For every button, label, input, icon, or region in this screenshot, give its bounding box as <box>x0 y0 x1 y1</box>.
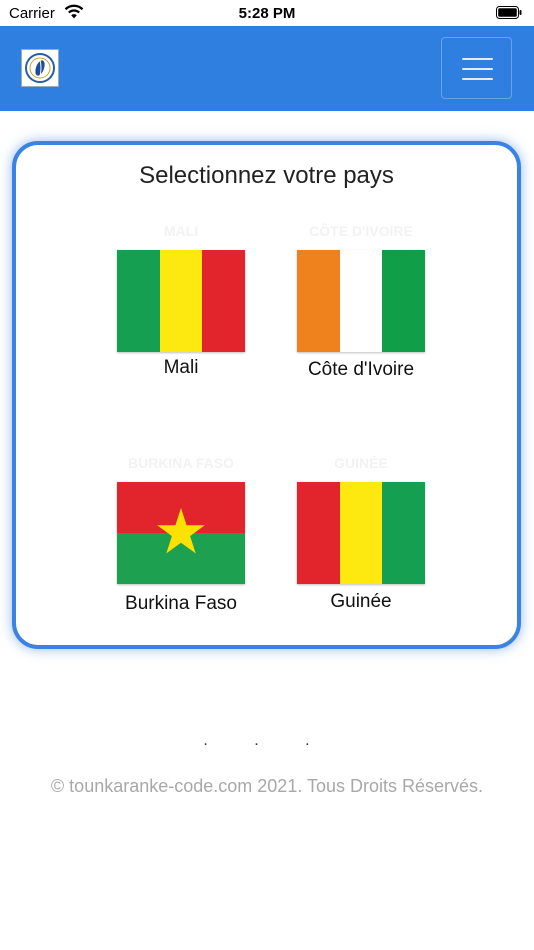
status-bar: Carrier 5:28 PM <box>0 0 534 26</box>
burkina-faso-flag-icon[interactable] <box>117 482 245 584</box>
country-option-cote-divoire[interactable]: CÔTE D'IVOIRE Côte d'Ivoire <box>276 221 446 391</box>
country-ghost-label: BURKINA FASO <box>127 455 235 471</box>
country-option-guinee[interactable]: GUINÉE Guinée <box>276 453 446 623</box>
country-ghost-label: CÔTE D'IVOIRE <box>309 223 413 239</box>
country-name: Burkina Faso <box>125 593 237 614</box>
country-name: Côte d'Ivoire <box>307 359 415 380</box>
mali-flag-icon[interactable] <box>117 250 246 352</box>
menu-toggle-button[interactable] <box>441 37 512 99</box>
navbar <box>0 26 534 111</box>
cote-divoire-flag-icon[interactable] <box>297 250 426 352</box>
country-selection-card: Selectionnez votre pays MALI Mali CÔTE D… <box>12 141 521 649</box>
country-option-burkina-faso[interactable]: BURKINA FASO Burkina Faso <box>96 453 266 623</box>
country-name: Mali <box>163 357 199 378</box>
guinee-flag-icon[interactable] <box>297 482 426 584</box>
country-ghost-label: MALI <box>163 223 199 239</box>
page-title: Selectionnez votre pays <box>139 162 394 189</box>
battery-icon <box>496 6 522 19</box>
brand-logo-icon[interactable] <box>21 49 59 87</box>
star-icon <box>157 508 205 554</box>
country-option-mali[interactable]: MALI Mali <box>96 221 266 391</box>
pager-dots: . . . <box>203 732 331 749</box>
country-name: Guinée <box>330 591 392 612</box>
country-ghost-label: GUINÉE <box>334 455 388 471</box>
clock: 5:28 PM <box>238 5 296 22</box>
footer-copyright: © tounkaranke-code.com 2021. Tous Droits… <box>50 776 484 796</box>
